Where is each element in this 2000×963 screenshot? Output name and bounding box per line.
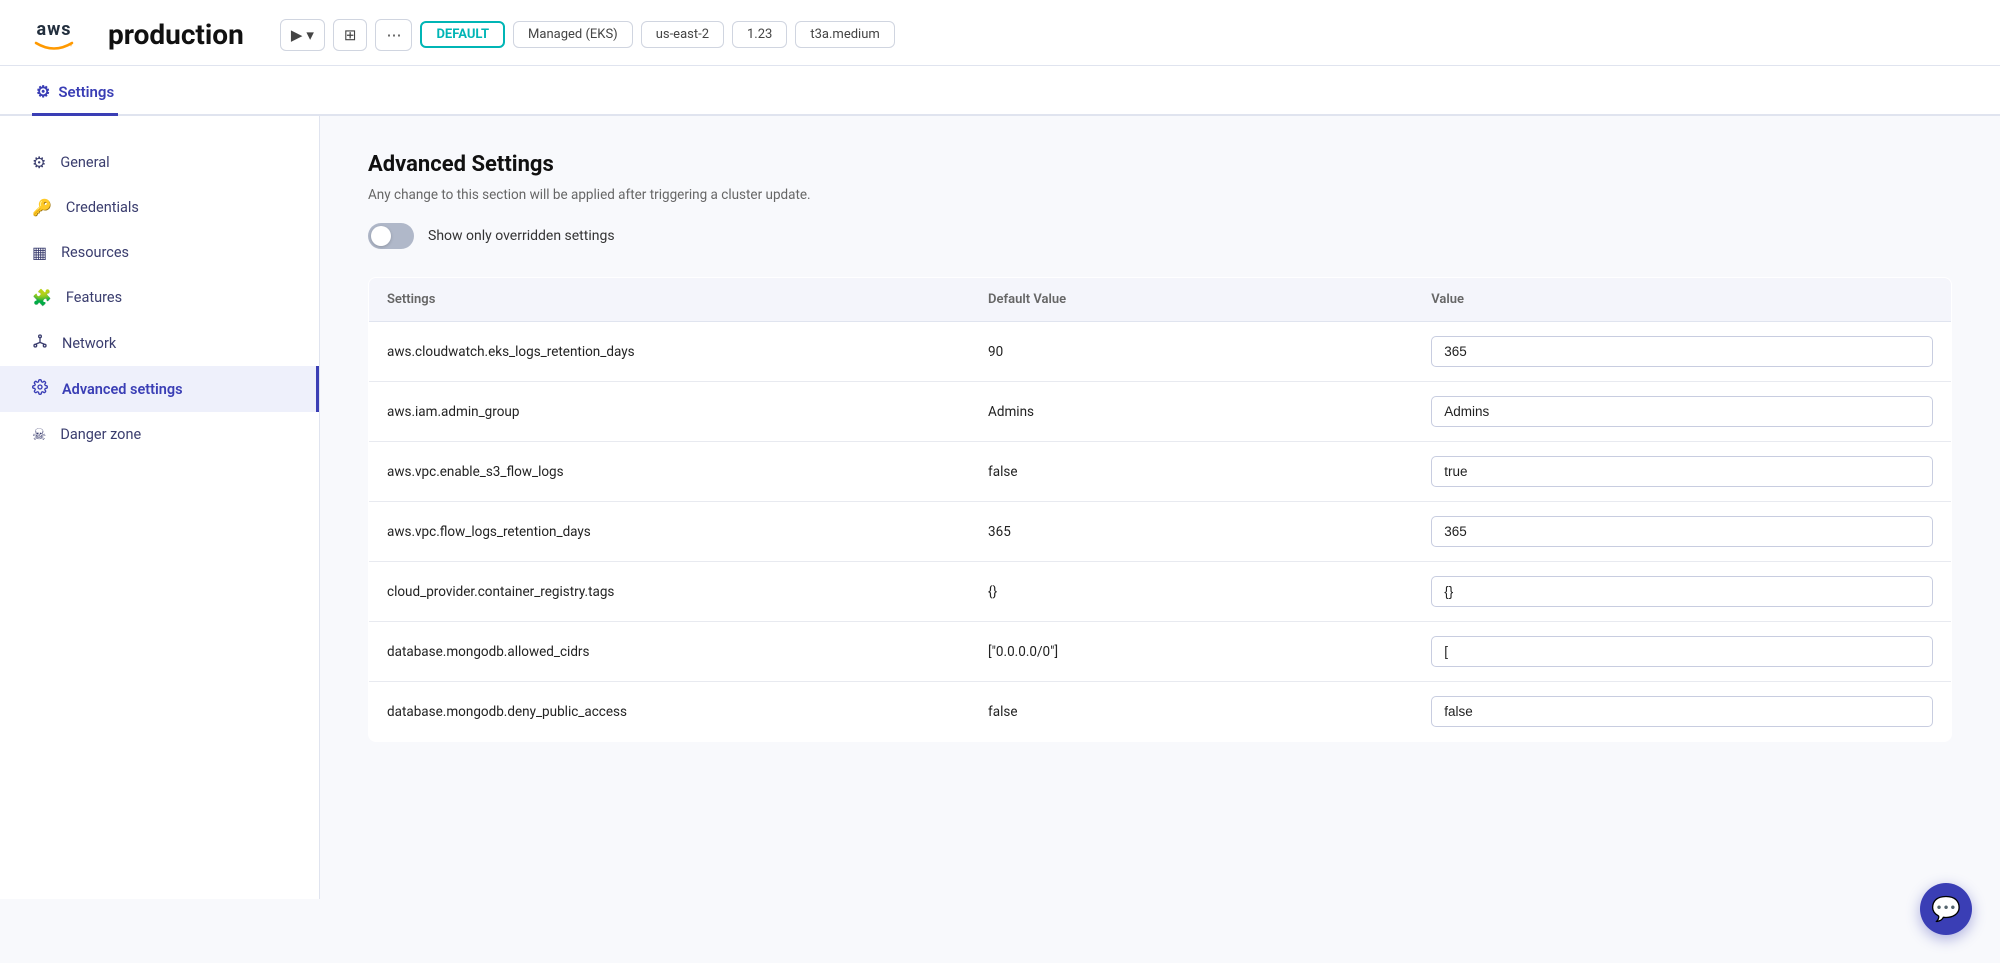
table-row: aws.vpc.enable_s3_flow_logs false <box>369 442 1952 502</box>
table-row: database.mongodb.allowed_cidrs ["0.0.0.0… <box>369 622 1952 682</box>
header-controls: ▶ ▾ ⊞ ⋯ DEFAULT Managed (EKS) us-east-2 … <box>280 19 895 51</box>
section-title: Advanced Settings <box>368 152 1952 177</box>
aws-logo: aws <box>32 19 76 50</box>
default-value: false <box>970 442 1413 502</box>
value-cell[interactable] <box>1413 502 1951 562</box>
header: aws production ▶ ▾ ⊞ ⋯ DEFAULT Managed (… <box>0 0 2000 66</box>
default-value: Admins <box>970 382 1413 442</box>
col-header-value: Value <box>1413 278 1951 322</box>
sidebar-item-features-label: Features <box>66 289 122 306</box>
advanced-settings-icon <box>32 379 48 399</box>
gear-icon: ⚙ <box>32 153 46 172</box>
grid-icon: ⊞ <box>344 26 357 44</box>
sidebar-item-general[interactable]: ⚙ General <box>0 140 319 185</box>
main-content: Advanced Settings Any change to this sec… <box>320 116 2000 899</box>
settings-tab-icon: ⚙ <box>36 82 50 101</box>
default-value: {} <box>970 562 1413 622</box>
play-button[interactable]: ▶ ▾ <box>280 19 325 51</box>
badge-instance: t3a.medium <box>795 21 894 48</box>
sidebar-item-advanced-settings-label: Advanced settings <box>62 381 183 398</box>
puzzle-icon: 🧩 <box>32 288 52 307</box>
badge-region: us-east-2 <box>641 21 724 48</box>
chat-bubble[interactable]: 💬 <box>1920 883 1972 935</box>
setting-name: aws.cloudwatch.eks_logs_retention_days <box>369 322 971 382</box>
key-icon: 🔑 <box>32 198 52 217</box>
chevron-down-icon: ▾ <box>306 26 314 44</box>
value-input[interactable] <box>1431 396 1933 427</box>
settings-table: Settings Default Value Value aws.cloudwa… <box>368 277 1952 742</box>
table-row: aws.cloudwatch.eks_logs_retention_days 9… <box>369 322 1952 382</box>
resources-icon: ▦ <box>32 243 47 262</box>
sidebar-item-resources[interactable]: ▦ Resources <box>0 230 319 275</box>
more-icon: ⋯ <box>386 26 401 44</box>
default-value: 365 <box>970 502 1413 562</box>
setting-name: aws.vpc.flow_logs_retention_days <box>369 502 971 562</box>
value-input[interactable] <box>1431 636 1933 667</box>
chat-icon: 💬 <box>1931 895 1961 923</box>
setting-name: aws.iam.admin_group <box>369 382 971 442</box>
setting-name: database.mongodb.allowed_cidrs <box>369 622 971 682</box>
tabs-bar: ⚙ Settings <box>0 66 2000 116</box>
value-cell[interactable] <box>1413 622 1951 682</box>
value-cell[interactable] <box>1413 562 1951 622</box>
sidebar-item-advanced-settings[interactable]: Advanced settings <box>0 366 319 412</box>
col-header-settings: Settings <box>369 278 971 322</box>
sidebar-item-general-label: General <box>60 154 109 171</box>
section-description: Any change to this section will be appli… <box>368 187 1952 203</box>
sidebar-item-danger-zone-label: Danger zone <box>60 426 141 443</box>
aws-text: aws <box>36 19 71 40</box>
tab-settings-label: Settings <box>58 83 114 101</box>
badge-default: DEFAULT <box>420 21 505 48</box>
sidebar-item-network[interactable]: Network <box>0 320 319 366</box>
table-row: database.mongodb.deny_public_access fals… <box>369 682 1952 742</box>
sidebar: ⚙ General 🔑 Credentials ▦ Resources 🧩 Fe… <box>0 116 320 899</box>
default-value: ["0.0.0.0/0"] <box>970 622 1413 682</box>
value-input[interactable] <box>1431 456 1933 487</box>
toggle-label: Show only overridden settings <box>428 228 615 244</box>
value-input[interactable] <box>1431 336 1933 367</box>
default-value: false <box>970 682 1413 742</box>
toggle-knob <box>371 226 391 246</box>
toggle-row: Show only overridden settings <box>368 223 1952 249</box>
table-row: aws.iam.admin_group Admins <box>369 382 1952 442</box>
value-input[interactable] <box>1431 516 1933 547</box>
table-row: aws.vpc.flow_logs_retention_days 365 <box>369 502 1952 562</box>
value-input[interactable] <box>1431 696 1933 727</box>
play-icon: ▶ <box>291 26 303 44</box>
show-overridden-toggle[interactable] <box>368 223 414 249</box>
value-cell[interactable] <box>1413 382 1951 442</box>
tab-settings[interactable]: ⚙ Settings <box>32 66 118 116</box>
col-header-default: Default Value <box>970 278 1413 322</box>
danger-zone-icon: ☠ <box>32 425 46 444</box>
sidebar-item-credentials-label: Credentials <box>66 199 139 216</box>
default-value: 90 <box>970 322 1413 382</box>
badge-eks: Managed (EKS) <box>513 21 633 48</box>
badge-version: 1.23 <box>732 21 787 48</box>
sidebar-item-network-label: Network <box>62 335 116 352</box>
sidebar-item-danger-zone[interactable]: ☠ Danger zone <box>0 412 319 457</box>
value-cell[interactable] <box>1413 682 1951 742</box>
network-icon <box>32 333 48 353</box>
value-input[interactable] <box>1431 576 1933 607</box>
sidebar-item-credentials[interactable]: 🔑 Credentials <box>0 185 319 230</box>
sidebar-item-resources-label: Resources <box>61 244 129 261</box>
setting-name: aws.vpc.enable_s3_flow_logs <box>369 442 971 502</box>
sidebar-item-features[interactable]: 🧩 Features <box>0 275 319 320</box>
aws-smile-icon <box>32 40 76 50</box>
value-cell[interactable] <box>1413 322 1951 382</box>
more-button[interactable]: ⋯ <box>375 19 412 51</box>
setting-name: cloud_provider.container_registry.tags <box>369 562 971 622</box>
grid-button[interactable]: ⊞ <box>333 19 368 51</box>
value-cell[interactable] <box>1413 442 1951 502</box>
setting-name: database.mongodb.deny_public_access <box>369 682 971 742</box>
table-row: cloud_provider.container_registry.tags {… <box>369 562 1952 622</box>
page-title: production <box>108 18 244 51</box>
layout: ⚙ General 🔑 Credentials ▦ Resources 🧩 Fe… <box>0 116 2000 899</box>
